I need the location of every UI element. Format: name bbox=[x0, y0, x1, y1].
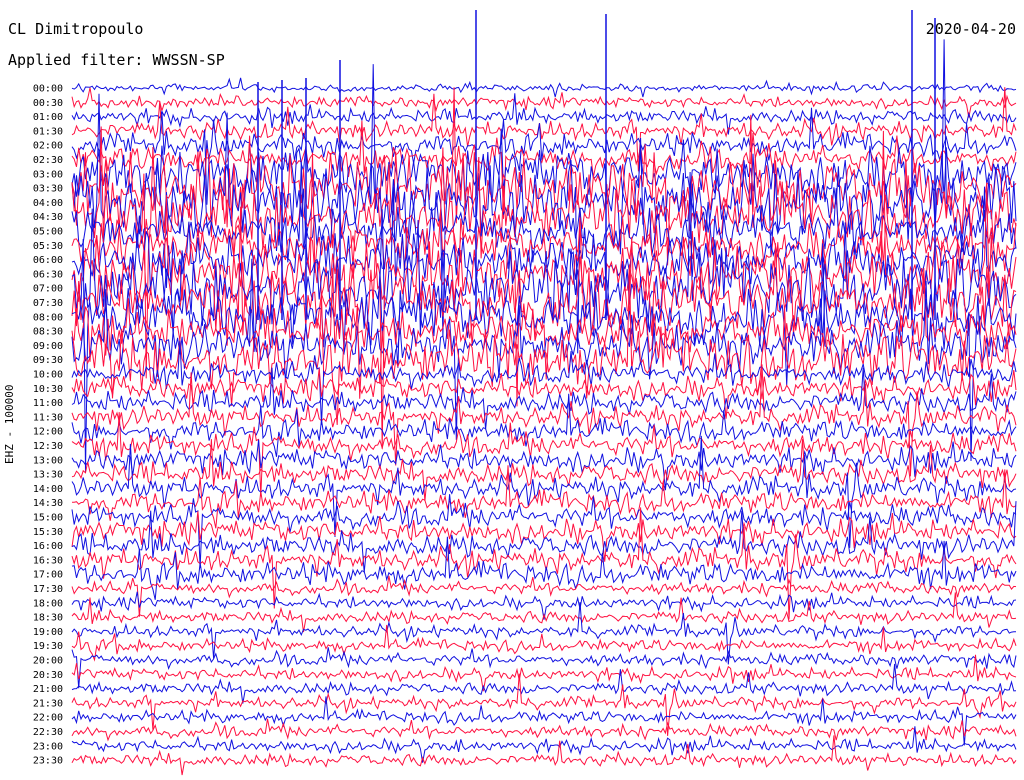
row-time-label: 09:30 bbox=[33, 355, 63, 366]
seismic-trace bbox=[71, 87, 1017, 172]
row-time-label: 00:00 bbox=[33, 84, 63, 95]
row-time-label: 15:00 bbox=[33, 513, 63, 524]
seismic-trace bbox=[71, 87, 1017, 118]
row-time-label: 03:30 bbox=[33, 184, 63, 195]
row-time-label: 02:00 bbox=[33, 141, 63, 152]
row-time-label: 06:30 bbox=[33, 269, 63, 280]
row-time-label: 11:30 bbox=[33, 412, 63, 423]
row-time-label: 02:30 bbox=[33, 155, 63, 166]
seismic-trace bbox=[71, 209, 1017, 300]
row-time-label: 23:30 bbox=[33, 756, 63, 767]
row-time-label: 04:30 bbox=[33, 212, 63, 223]
row-time-label: 18:00 bbox=[33, 598, 63, 609]
seismic-trace bbox=[71, 536, 1017, 600]
row-time-label: 00:30 bbox=[33, 98, 63, 109]
row-time-label: 16:30 bbox=[33, 555, 63, 566]
seismic-trace bbox=[71, 735, 1017, 776]
seismogram-plot: 00:00 00:30 01:00 01:30 02:00 02:30 03:00 03:30… bbox=[33, 10, 1017, 776]
row-time-label: 13:00 bbox=[33, 455, 63, 466]
seismic-trace bbox=[71, 120, 1017, 219]
row-time-label: 01:00 bbox=[33, 112, 63, 123]
row-time-label: 17:00 bbox=[33, 570, 63, 581]
row-time-label: 20:30 bbox=[33, 670, 63, 681]
row-time-label: 18:30 bbox=[33, 613, 63, 624]
row-time-label: 08:30 bbox=[33, 327, 63, 338]
row-time-label: 16:00 bbox=[33, 541, 63, 552]
seismic-trace bbox=[71, 602, 1017, 665]
seismic-trace bbox=[71, 77, 1017, 98]
seismic-trace bbox=[71, 718, 1017, 742]
row-time-label: 21:00 bbox=[33, 684, 63, 695]
row-time-label: 04:00 bbox=[33, 198, 63, 209]
seismic-trace bbox=[71, 592, 1017, 633]
row-time-label: 14:30 bbox=[33, 498, 63, 509]
row-time-label: 19:30 bbox=[33, 641, 63, 652]
row-time-label: 07:00 bbox=[33, 284, 63, 295]
seismic-trace bbox=[71, 663, 1017, 704]
row-time-label: 07:30 bbox=[33, 298, 63, 309]
row-time-label: 06:00 bbox=[33, 255, 63, 266]
row-time-label: 01:30 bbox=[33, 126, 63, 137]
row-time-label: 19:00 bbox=[33, 627, 63, 638]
row-time-label: 05:00 bbox=[33, 227, 63, 238]
row-time-label: 22:30 bbox=[33, 727, 63, 738]
row-time-label: 21:30 bbox=[33, 698, 63, 709]
row-time-label: 12:00 bbox=[33, 427, 63, 438]
seismic-trace bbox=[71, 364, 1017, 477]
row-time-label: 10:00 bbox=[33, 370, 63, 381]
seismic-trace bbox=[71, 673, 1017, 736]
seismic-trace bbox=[71, 696, 1017, 746]
seismic-trace bbox=[71, 726, 1017, 763]
row-time-label: 11:00 bbox=[33, 398, 63, 409]
seismic-trace bbox=[71, 494, 1017, 568]
row-time-label: 20:00 bbox=[33, 656, 63, 667]
row-time-label: 22:00 bbox=[33, 713, 63, 724]
row-time-label: 17:30 bbox=[33, 584, 63, 595]
row-time-label: 09:00 bbox=[33, 341, 63, 352]
row-time-label: 15:30 bbox=[33, 527, 63, 538]
row-time-label: 08:00 bbox=[33, 312, 63, 323]
row-time-label: 03:00 bbox=[33, 169, 63, 180]
row-time-label: 12:30 bbox=[33, 441, 63, 452]
row-time-label: 13:30 bbox=[33, 470, 63, 481]
seismic-trace bbox=[71, 575, 1017, 617]
row-time-label: 10:30 bbox=[33, 384, 63, 395]
row-time-label: 05:30 bbox=[33, 241, 63, 252]
row-time-label: 23:00 bbox=[33, 741, 63, 752]
row-time-label: 14:00 bbox=[33, 484, 63, 495]
